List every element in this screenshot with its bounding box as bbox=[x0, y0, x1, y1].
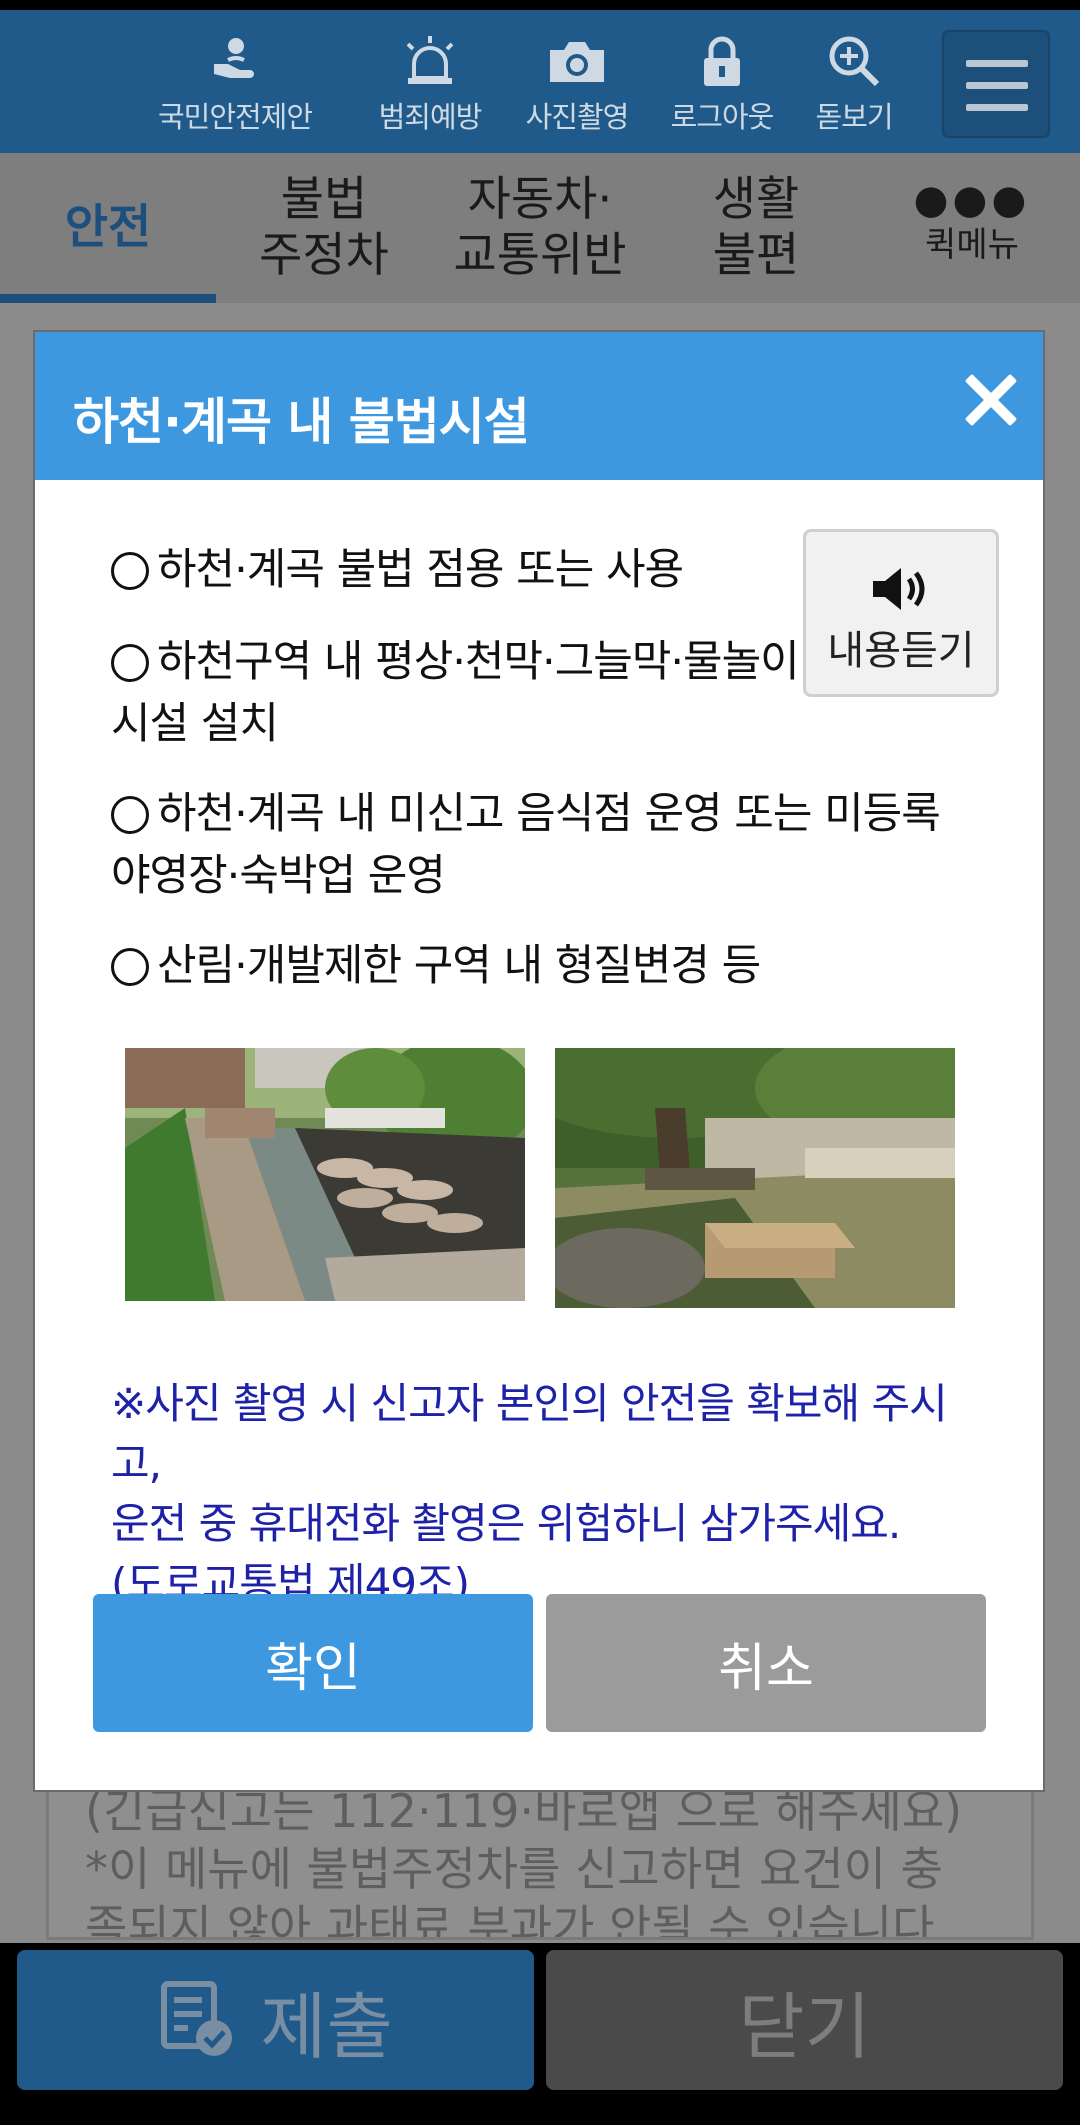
header-item-magnifier[interactable]: 돋보기 bbox=[784, 34, 924, 136]
more-dots-icon: ●●● bbox=[913, 177, 1031, 223]
cancel-label: 취소 bbox=[718, 1638, 814, 1699]
tab-quick-menu[interactable]: ●●● 퀵메뉴 bbox=[864, 153, 1080, 303]
category-tabs: 안전 불법 주정차 자동차· 교통위반 생활 불편 ●●● 퀵메뉴 bbox=[0, 153, 1080, 303]
header-item-label: 범죄예방 bbox=[378, 100, 483, 134]
safety-notice: ※사진 촬영 시 신고자 본인의 안전을 확보해 주시고, 운전 중 휴대전화 … bbox=[111, 1374, 991, 1614]
option-river-facility-cont: 시설 설치 bbox=[111, 694, 279, 754]
siren-icon bbox=[406, 36, 454, 84]
radio-button[interactable] bbox=[111, 552, 149, 590]
hamburger-icon bbox=[966, 60, 1028, 67]
tab-label: 자동차· 교통위반 bbox=[453, 172, 627, 283]
close-button[interactable]: 닫기 bbox=[546, 1950, 1063, 2090]
system-nav-bar bbox=[0, 2098, 1080, 2125]
example-photo-stream bbox=[555, 1048, 955, 1308]
status-bar bbox=[0, 0, 1080, 10]
speaker-icon bbox=[873, 568, 925, 610]
option-label: 하천·계곡 내 미신고 음식점 운영 또는 미등록 bbox=[157, 789, 941, 839]
confirm-button[interactable]: 확인 bbox=[93, 1594, 533, 1732]
info-line: 족되지 않아 과태료 부과가 안될 수 있습니다 bbox=[85, 1900, 935, 1940]
hamburger-icon-bar bbox=[966, 82, 1028, 89]
header-item-safety-proposal[interactable]: 국민안전제안 bbox=[150, 34, 320, 136]
hamburger-icon-bar bbox=[966, 104, 1028, 111]
header-item-crime-prevention[interactable]: 범죄예방 bbox=[360, 34, 500, 136]
hand-heart-icon bbox=[214, 38, 254, 78]
header-item-label: 로그아웃 bbox=[670, 100, 775, 134]
radio-button[interactable] bbox=[111, 796, 149, 834]
report-modal: 하천·계곡 내 불법시설 하천·계곡 불법 점용 또는 사용 하천구역 내 평상… bbox=[33, 330, 1045, 1792]
modal-title: 하천·계곡 내 불법시설 bbox=[73, 393, 530, 451]
tab-label: 생활 불편 bbox=[712, 172, 800, 283]
option-label: 하천·계곡 불법 점용 또는 사용 bbox=[157, 545, 684, 595]
lock-icon bbox=[704, 36, 740, 86]
confirm-label: 확인 bbox=[265, 1638, 361, 1699]
tab-illegal-parking[interactable]: 불법 주정차 bbox=[216, 153, 432, 303]
listen-button[interactable]: 내용듣기 bbox=[803, 529, 999, 697]
close-label: 닫기 bbox=[738, 1984, 871, 2069]
option-unregistered-business[interactable]: 하천·계곡 내 미신고 음식점 운영 또는 미등록 bbox=[111, 784, 941, 844]
tab-label: 안전 bbox=[64, 200, 152, 255]
info-line: *이 메뉴에 불법주정차를 신고하면 요건이 충 bbox=[85, 1842, 943, 1896]
tab-living-inconvenience[interactable]: 생활 불편 bbox=[648, 153, 864, 303]
option-label: 야영장·숙박업 운영 bbox=[111, 851, 446, 901]
notice-line: 운전 중 휴대전화 촬영은 위험하니 삼가주세요. bbox=[111, 1499, 901, 1548]
cancel-button[interactable]: 취소 bbox=[546, 1594, 986, 1732]
header-item-photo[interactable]: 사진촬영 bbox=[507, 34, 647, 136]
tab-traffic-violation[interactable]: 자동차· 교통위반 bbox=[432, 153, 648, 303]
hamburger-menu-button[interactable] bbox=[942, 30, 1050, 138]
option-label: 하천구역 내 평상·천막·그늘막·물놀이 bbox=[157, 637, 800, 687]
submit-label: 제출 bbox=[260, 1984, 393, 2069]
radio-button[interactable] bbox=[111, 644, 149, 682]
notice-line: ※사진 촬영 시 신고자 본인의 안전을 확보해 주시고, bbox=[111, 1379, 948, 1488]
modal-header: 하천·계곡 내 불법시설 bbox=[35, 332, 1043, 480]
header-item-label: 사진촬영 bbox=[525, 100, 630, 134]
option-unregistered-business-cont: 야영장·숙박업 운영 bbox=[111, 846, 446, 906]
info-box: (긴급신고는 112·119·바로앱 으로 해주세요) *이 메뉴에 불법주정차… bbox=[46, 1770, 1034, 1940]
camera-icon bbox=[550, 42, 604, 82]
option-river-occupation[interactable]: 하천·계곡 불법 점용 또는 사용 bbox=[111, 540, 684, 600]
active-tab-indicator bbox=[0, 294, 216, 303]
submit-button[interactable]: 제출 bbox=[17, 1950, 534, 2090]
tab-safety[interactable]: 안전 bbox=[0, 153, 216, 303]
tab-label: 불법 주정차 bbox=[259, 172, 389, 283]
header-item-label: 돋보기 bbox=[815, 100, 893, 134]
radio-button[interactable] bbox=[111, 948, 149, 986]
document-check-icon bbox=[161, 1981, 233, 2056]
option-label: 산림·개발제한 구역 내 형질변경 등 bbox=[157, 941, 761, 991]
header-item-logout[interactable]: 로그아웃 bbox=[652, 34, 792, 136]
header-item-label: 국민안전제안 bbox=[157, 100, 313, 134]
listen-label: 내용듣기 bbox=[827, 628, 975, 674]
option-river-facility[interactable]: 하천구역 내 평상·천막·그늘막·물놀이 bbox=[111, 632, 800, 692]
option-label: 시설 설치 bbox=[111, 699, 279, 749]
tab-label: 퀵메뉴 bbox=[925, 225, 1019, 265]
app-header: 국민안전제안 범죄예방 사진촬영 로그아웃 돋보기 bbox=[0, 10, 1080, 153]
close-icon[interactable] bbox=[963, 372, 1019, 428]
option-land-alteration[interactable]: 산림·개발제한 구역 내 형질변경 등 bbox=[111, 936, 761, 996]
zoom-in-icon bbox=[829, 36, 880, 87]
example-photo-restaurant bbox=[125, 1048, 525, 1301]
